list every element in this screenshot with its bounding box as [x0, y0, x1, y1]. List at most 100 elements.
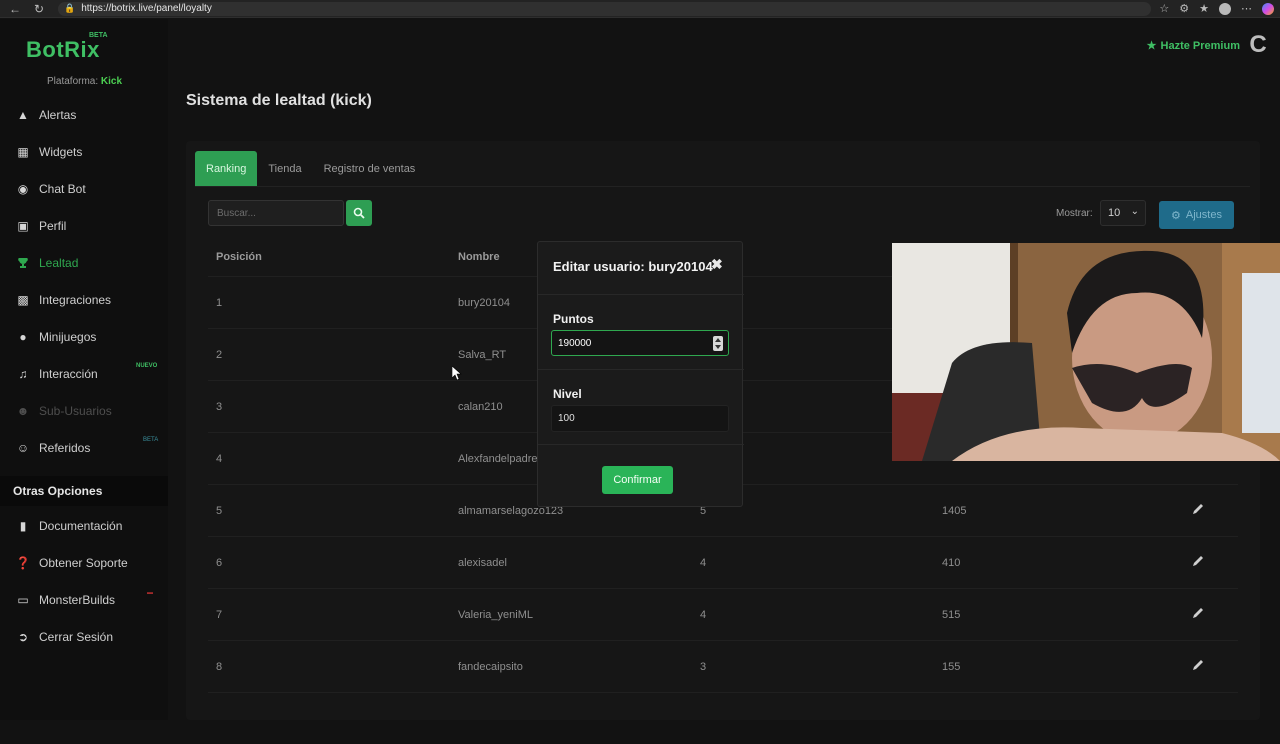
- search-input[interactable]: [208, 200, 344, 226]
- robot-icon: ◉: [17, 182, 29, 196]
- tab-tienda[interactable]: Tienda: [257, 151, 312, 187]
- sidebar-item-referidos[interactable]: ☺ Referidos: [16, 438, 91, 458]
- gear-icon: ⚙: [1171, 209, 1181, 222]
- sidebar-item-label: Chat Bot: [39, 182, 86, 196]
- webcam-image: [892, 243, 1280, 461]
- sidebar-item-sub-usuarios: ☻ Sub-Usuarios: [16, 401, 112, 421]
- cell-name: bury20104: [458, 297, 510, 309]
- beta-badge: BETA: [89, 32, 108, 39]
- cell-name: calan210: [458, 401, 503, 413]
- trophy-icon: [16, 256, 30, 270]
- search-button[interactable]: [346, 200, 372, 226]
- column-header-name: Nombre: [458, 251, 500, 263]
- tab-ranking[interactable]: Ranking: [195, 151, 258, 187]
- cell-name: fandecaipsito: [458, 661, 523, 673]
- cell-points: 155: [942, 661, 961, 673]
- copilot-icon[interactable]: [1262, 2, 1274, 15]
- user-group-icon: ☺: [16, 441, 30, 455]
- platform-label: Plataforma:: [47, 76, 99, 87]
- extensions-icon[interactable]: ⚙: [1179, 2, 1189, 15]
- id-card-icon: ▣: [17, 219, 29, 233]
- show-label: Mostrar:: [1056, 208, 1093, 219]
- show-count-select[interactable]: 10 ⌄: [1100, 200, 1146, 226]
- number-spinner-icon[interactable]: [713, 336, 723, 351]
- points-input[interactable]: [551, 330, 729, 356]
- sidebar-item-label: Minijuegos: [39, 330, 97, 344]
- sidebar-item-label: Perfil: [39, 219, 67, 233]
- sidebar-item-label: MonsterBuilds: [39, 593, 116, 607]
- sidebar-item-interaccion[interactable]: ♫ Interacción: [16, 364, 98, 384]
- pencil-icon[interactable]: [1190, 657, 1206, 673]
- back-icon[interactable]: ←: [6, 2, 24, 16]
- browser-toolbar: ← ↻ 🔒 https://botrix.live/panel/loyalty …: [0, 0, 1280, 18]
- sidebar-item-cerrar-sesion[interactable]: ➲ Cerrar Sesión: [16, 627, 113, 647]
- book-icon: ▮: [19, 519, 27, 533]
- address-bar[interactable]: 🔒 https://botrix.live/panel/loyalty: [58, 1, 1152, 16]
- user-avatar[interactable]: C: [1246, 32, 1270, 58]
- table-row: 7 Valeria_yeniML 4 515: [208, 588, 1238, 640]
- pencil-icon[interactable]: [1190, 501, 1206, 517]
- monitor-icon: ▭: [17, 593, 29, 607]
- level-input[interactable]: [551, 405, 729, 432]
- edit-user-modal: Editar usuario: bury20104 ✖ Puntos Nivel…: [537, 241, 744, 507]
- sidebar-item-label: Lealtad: [39, 256, 79, 270]
- reload-icon[interactable]: ↻: [30, 2, 48, 16]
- star-icon: ★: [1146, 40, 1157, 52]
- level-label: Nivel: [553, 387, 582, 401]
- show-count-value: 10: [1108, 207, 1121, 219]
- sidebar-item-label: Obtener Soporte: [39, 556, 128, 570]
- sidebar-item-monsterbuilds[interactable]: ▭ MonsterBuilds: [16, 590, 115, 610]
- cell-position: 6: [216, 557, 223, 569]
- pencil-icon[interactable]: [1190, 605, 1206, 621]
- page-title: Sistema de lealtad (kick): [186, 92, 372, 109]
- premium-link[interactable]: ★ Hazte Premium: [1146, 39, 1240, 53]
- close-icon[interactable]: ✖: [711, 256, 723, 273]
- sidebar-item-label: Alertas: [39, 108, 77, 122]
- monsterbuilds-tag: ▬: [147, 590, 153, 596]
- pencil-icon[interactable]: [1190, 553, 1206, 569]
- sidebar-item-label: Cerrar Sesión: [39, 630, 114, 644]
- tab-divider: [195, 186, 1250, 187]
- question-icon: ❓: [15, 556, 31, 570]
- platform-indicator: Plataforma: Kick: [47, 76, 122, 87]
- sidebar-item-label: Referidos: [39, 441, 91, 455]
- botrix-logo[interactable]: BotRix: [26, 37, 100, 63]
- cell-position: 1: [216, 297, 223, 309]
- cell-position: 5: [216, 505, 223, 517]
- sidebar-item-perfil[interactable]: ▣ Perfil: [16, 216, 66, 236]
- favorites-icon[interactable]: ★: [1199, 2, 1209, 15]
- sidebar-item-label: Widgets: [39, 145, 83, 159]
- sidebar-item-minijuegos[interactable]: ● Minijuegos: [16, 327, 96, 347]
- cell-level: 3: [700, 661, 707, 673]
- more-icon[interactable]: ⋯: [1241, 2, 1252, 15]
- tab-bar: Ranking Tienda Registro de ventas: [195, 151, 426, 187]
- sidebar-item-chat-bot[interactable]: ◉ Chat Bot: [16, 179, 86, 199]
- sidebar-item-lealtad[interactable]: Lealtad: [16, 253, 78, 273]
- platform-value: Kick: [100, 76, 123, 87]
- sidebar-item-alertas[interactable]: ▲ Alertas: [16, 105, 76, 125]
- sidebar-item-label: Sub-Usuarios: [39, 404, 112, 418]
- settings-button[interactable]: ⚙ Ajustes: [1159, 201, 1234, 229]
- sidebar-item-documentacion[interactable]: ▮ Documentación: [16, 516, 123, 536]
- cell-name: Alexfandelpadre: [458, 453, 538, 465]
- warning-icon: ▲: [17, 108, 29, 122]
- cell-position: 4: [216, 453, 223, 465]
- cell-position: 8: [216, 661, 223, 673]
- sidebar-item-widgets[interactable]: ▦ Widgets: [16, 142, 82, 162]
- sidebar-item-label: Integraciones: [39, 293, 112, 307]
- gamepad-icon: ●: [19, 330, 27, 344]
- tab-registro-ventas[interactable]: Registro de ventas: [313, 151, 427, 187]
- search-icon: [353, 207, 365, 219]
- profile-icon[interactable]: [1219, 2, 1231, 15]
- column-header-position: Posición: [216, 251, 262, 263]
- music-icon: ♫: [18, 367, 28, 381]
- confirm-button[interactable]: Confirmar: [602, 466, 673, 494]
- star-icon[interactable]: ☆: [1159, 2, 1169, 15]
- sidebar: BotRix BETA Plataforma: Kick ▲ Alertas ▦…: [0, 19, 168, 720]
- cell-level: 4: [700, 609, 707, 621]
- sidebar-item-integraciones[interactable]: ▩ Integraciones: [16, 290, 111, 310]
- cell-name: Valeria_yeniML: [458, 609, 534, 621]
- sidebar-item-soporte[interactable]: ❓ Obtener Soporte: [16, 553, 128, 573]
- lock-icon: 🔒: [64, 3, 76, 13]
- cell-points: 410: [942, 557, 961, 569]
